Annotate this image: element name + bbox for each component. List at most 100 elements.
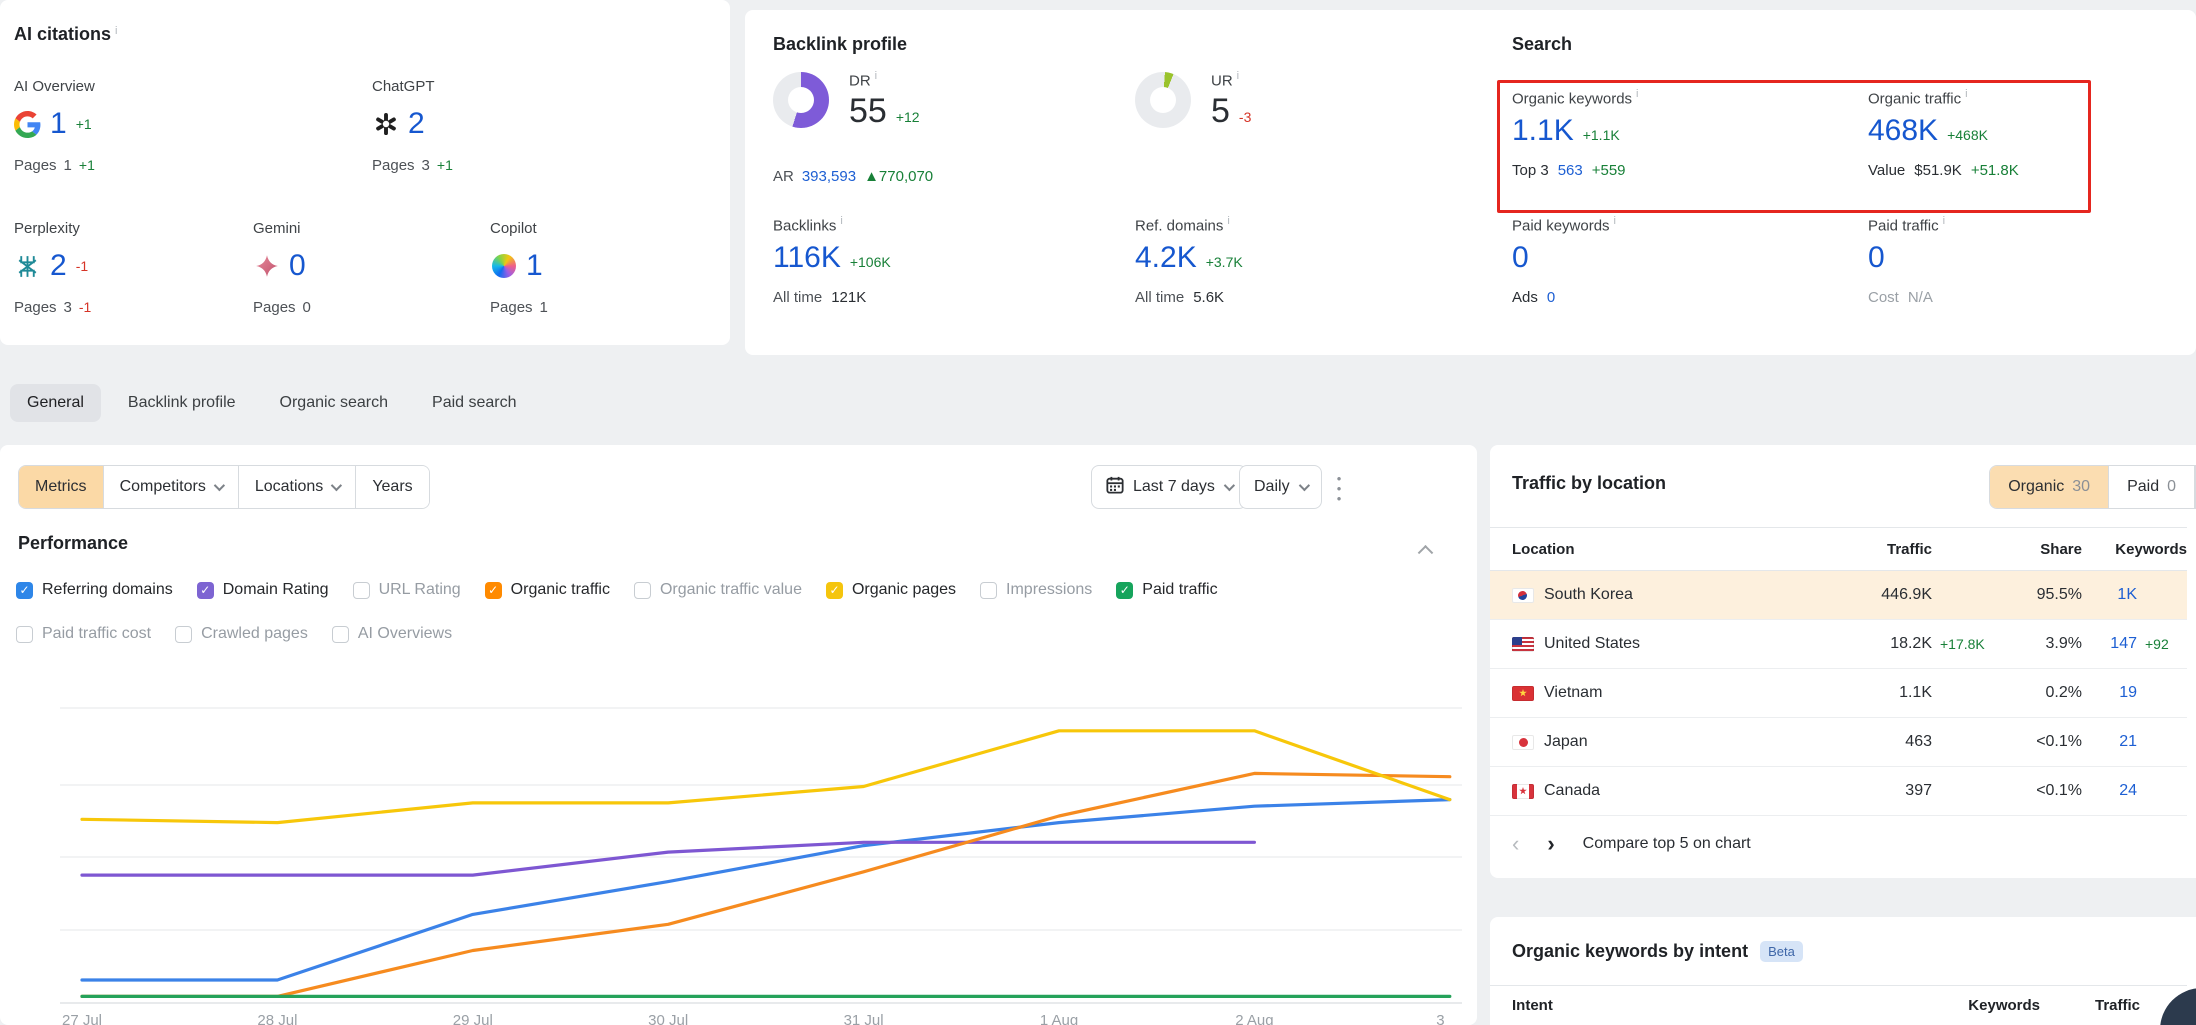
paid-toggle-button[interactable]: Paid0 xyxy=(2109,466,2195,508)
search-title: Search xyxy=(1512,34,1572,54)
keywords-link[interactable]: 1K xyxy=(2082,586,2137,604)
calendar-icon xyxy=(1106,476,1124,499)
next-page-icon[interactable]: › xyxy=(1547,833,1554,855)
value-label: Value xyxy=(1868,162,1905,179)
pages-count[interactable]: 3 xyxy=(422,157,430,174)
pages-label: Pages xyxy=(14,157,57,174)
intent-table-header: Intent Keywords Traffic xyxy=(1490,985,2187,1025)
compare-top5-link[interactable]: Compare top 5 on chart xyxy=(1583,835,1751,853)
location-table-header: Location Traffic Share Keywords xyxy=(1490,527,2187,571)
table-row[interactable]: South Korea 446.9K 95.5% 1K xyxy=(1490,571,2187,620)
tab-general[interactable]: General xyxy=(10,384,101,422)
pages-count[interactable]: 3 xyxy=(64,299,72,316)
checkbox-organic-traffic-value[interactable]: Organic traffic value xyxy=(634,581,802,599)
ur-donut-chart xyxy=(1135,72,1191,128)
keywords-link[interactable]: 147 xyxy=(2082,635,2137,653)
checkbox-ai-overviews[interactable]: AI Overviews xyxy=(332,625,452,643)
ar-value[interactable]: 393,593 xyxy=(802,168,856,185)
backlinks-value[interactable]: 116K xyxy=(773,241,841,275)
metric-checkbox-row: Referring domains Domain Rating URL Rati… xyxy=(16,581,1218,599)
checkbox-icon xyxy=(980,582,997,599)
pages-label: Pages xyxy=(372,157,415,174)
engine-perplexity: Perplexity 2 -1 Pages3-1 xyxy=(14,220,91,316)
performance-title: Performance xyxy=(18,533,128,553)
organic-traffic-label: Organic traffic xyxy=(1868,90,1961,107)
locations-button[interactable]: Locations xyxy=(239,466,357,508)
dr-value: 55 xyxy=(849,92,887,131)
tab-organic-search[interactable]: Organic search xyxy=(263,384,406,422)
granularity-button[interactable]: Daily xyxy=(1239,465,1322,509)
location-name: Vietnam xyxy=(1544,684,1602,702)
col-traffic: Traffic xyxy=(2040,997,2140,1014)
checkbox-impressions[interactable]: Impressions xyxy=(980,581,1092,599)
table-row[interactable]: Japan 463 <0.1% 21 xyxy=(1490,718,2187,767)
chatgpt-icon xyxy=(372,111,399,138)
metrics-button[interactable]: Metrics xyxy=(19,466,104,508)
checkbox-url-rating[interactable]: URL Rating xyxy=(353,581,461,599)
engine-value: 2 xyxy=(50,249,67,283)
competitors-button[interactable]: Competitors xyxy=(104,466,239,508)
value-amount: $51.9K xyxy=(1914,162,1962,179)
traffic-value: 463 xyxy=(1822,733,1932,751)
table-row[interactable]: United States 18.2K +17.8K 3.9% 147 +92 xyxy=(1490,620,2187,669)
checkbox-crawled-pages[interactable]: Crawled pages xyxy=(175,625,308,643)
organic-label: Organic xyxy=(2008,478,2064,496)
checkbox-label: Crawled pages xyxy=(201,625,308,643)
ref-domains-value[interactable]: 4.2K xyxy=(1135,241,1197,275)
share-value: <0.1% xyxy=(2012,733,2082,751)
previous-page-icon[interactable]: ‹ xyxy=(1512,833,1519,855)
collapse-section-icon[interactable] xyxy=(1420,543,1436,559)
tab-backlink-profile[interactable]: Backlink profile xyxy=(111,384,253,422)
tab-paid-search[interactable]: Paid search xyxy=(415,384,534,422)
table-row[interactable]: Canada 397 <0.1% 24 xyxy=(1490,767,2187,816)
organic-traffic-value[interactable]: 468K xyxy=(1868,114,1938,148)
paid-traffic-value[interactable]: 0 xyxy=(1868,241,1885,274)
keywords-link[interactable]: 24 xyxy=(2082,782,2137,800)
checkbox-label: Impressions xyxy=(1006,581,1092,599)
info-icon: i xyxy=(1965,88,1967,100)
traffic-by-location-title: Traffic by location xyxy=(1512,473,1666,493)
organic-toggle-button[interactable]: Organic 30 xyxy=(1990,466,2109,508)
info-icon: i xyxy=(115,25,117,37)
ads-value[interactable]: 0 xyxy=(1547,289,1555,306)
years-button[interactable]: Years xyxy=(356,466,428,508)
info-icon: i xyxy=(1636,88,1638,100)
paid-keywords-value[interactable]: 0 xyxy=(1512,241,1529,274)
checkbox-label: Domain Rating xyxy=(223,581,329,599)
top3-value[interactable]: 563 xyxy=(1558,162,1583,179)
vietnam-flag-icon xyxy=(1512,686,1534,701)
backlinks-label: Backlinks xyxy=(773,217,836,234)
chevron-down-icon xyxy=(331,480,342,491)
checkbox-domain-rating[interactable]: Domain Rating xyxy=(197,581,329,599)
checkbox-paid-traffic[interactable]: Paid traffic xyxy=(1116,581,1217,599)
pages-count[interactable]: 0 xyxy=(303,299,311,316)
ai-citations-card: AI citationsi AI Overview 1 +1 Pages1+1 … xyxy=(0,0,730,345)
checkbox-organic-pages[interactable]: Organic pages xyxy=(826,581,956,599)
table-row[interactable]: Vietnam 1.1K 0.2% 19 xyxy=(1490,669,2187,718)
filter-segmented-control: Metrics Competitors Locations Years xyxy=(18,465,430,509)
checkbox-label: Organic pages xyxy=(852,581,956,599)
organic-count: 30 xyxy=(2072,478,2090,496)
keywords-link[interactable]: 21 xyxy=(2082,733,2137,751)
checkbox-icon xyxy=(332,626,349,643)
checkbox-label: AI Overviews xyxy=(358,625,452,643)
col-share: Share xyxy=(2012,541,2082,558)
engine-value: 1 xyxy=(526,249,543,283)
ref-domains-delta: +3.7K xyxy=(1206,254,1243,270)
pages-count[interactable]: 1 xyxy=(540,299,548,316)
performance-line-chart[interactable]: 27 Jul28 Jul29 Jul30 Jul31 Jul1 Aug2 Aug… xyxy=(0,675,1477,1025)
dr-delta: +12 xyxy=(896,109,920,125)
ur-label: UR xyxy=(1211,72,1233,89)
more-options-icon[interactable] xyxy=(1330,473,1348,503)
organic-keywords-value[interactable]: 1.1K xyxy=(1512,114,1574,148)
checkbox-referring-domains[interactable]: Referring domains xyxy=(16,581,173,599)
date-range-button[interactable]: Last 7 days xyxy=(1091,465,1247,509)
keywords-link[interactable]: 19 xyxy=(2082,684,2137,702)
pages-count[interactable]: 1 xyxy=(64,157,72,174)
checkbox-paid-traffic-cost[interactable]: Paid traffic cost xyxy=(16,625,151,643)
engine-name: Perplexity xyxy=(14,220,91,237)
checkbox-organic-traffic[interactable]: Organic traffic xyxy=(485,581,610,599)
overview-card: Backlink profile DRi 55 +12 AR 393,593 ▲… xyxy=(745,10,2196,355)
granularity-label: Daily xyxy=(1254,478,1290,496)
perplexity-icon xyxy=(14,253,41,280)
